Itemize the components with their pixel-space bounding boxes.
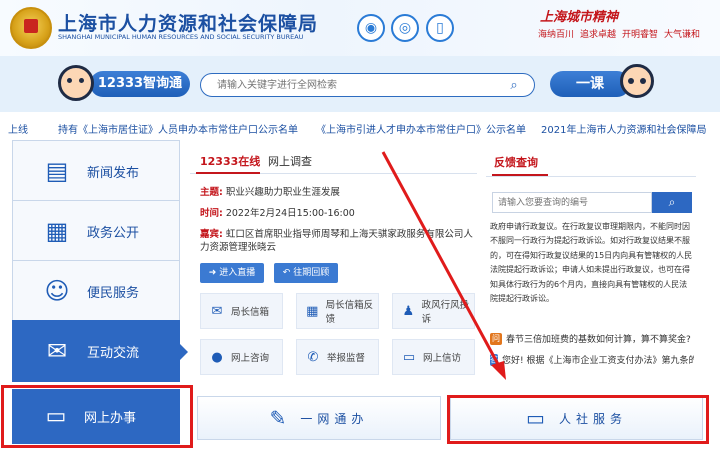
- people-icon: ☺: [44, 277, 70, 305]
- qa-answer[interactable]: 答 您好! 根据《上海市企业工资支付办法》第九条的: [490, 353, 694, 366]
- tile-conduct-complaint[interactable]: ♟ 政风行风投诉: [392, 293, 475, 329]
- ticker-item[interactable]: 持有《上海市居住证》人员申办本市常住户口公示名单: [58, 121, 298, 136]
- weibo-icon[interactable]: ◉: [357, 14, 385, 42]
- feedback-description: 政府申请行政复议。在行政复议审理期限内，不能同时因不服同一行政行为提起行政诉讼。…: [490, 222, 693, 304]
- answer-badge: 答: [490, 353, 498, 366]
- qa-question[interactable]: 问 春节三倍加班费的基数如何计算，算不算奖金?: [490, 332, 694, 345]
- assistant-avatar-icon[interactable]: [58, 65, 94, 101]
- tile-label: 局长信箱: [231, 307, 270, 318]
- site-subtitle: SHANGHAI MUNICIPAL HUMAN RESOURCES AND S…: [58, 33, 304, 41]
- tile-label: 举报监督: [327, 353, 366, 364]
- newspaper-icon: ▤: [45, 157, 69, 185]
- banner-one-net-service[interactable]: ✎ 一网通办: [197, 396, 441, 440]
- guest-row: 嘉宾: 虹口区首席职业指导师周琴和上海天骐家政服务有限公司人力资源管理张晓云: [200, 228, 475, 254]
- banner-label: 一网通办: [300, 411, 369, 426]
- tab-underline: [196, 172, 260, 174]
- document-icon: ▦: [45, 217, 69, 245]
- screen-icon: ▭: [402, 349, 416, 365]
- past-issues-button[interactable]: ↶ 往期回顾: [274, 263, 338, 283]
- question-badge: 问: [490, 332, 502, 345]
- site-title[interactable]: 上海市人力资源和社会保障局: [58, 9, 318, 36]
- yike-avatar-icon[interactable]: [620, 64, 654, 98]
- ticker-item[interactable]: 《上海市引进人才申办本市常住户口》公示名单: [316, 121, 526, 136]
- slogan: 开明睿智: [622, 30, 659, 40]
- ticker-item[interactable]: 2021年上海市人力资源和社会保障局: [541, 121, 706, 136]
- time-row: 时间: 2022年2月24日15:00-16:00: [200, 207, 355, 220]
- tile-label: 网上信访: [423, 353, 462, 364]
- tile-report-supervision[interactable]: ✆ 举报监督: [296, 339, 379, 375]
- panel-tabs: 12333在线 网上调查: [190, 148, 477, 174]
- city-spirit-title: 上海城市精神: [540, 10, 619, 25]
- feedback-panel: 反馈查询 ⌕ 政府申请行政复议。在行政复议审理期限内，不能同时因不服同一行政行为…: [486, 148, 696, 380]
- slogan-list: 海纳百川 追求卓越 开明睿智 大气谦和: [538, 27, 700, 40]
- guest-key: 嘉宾:: [200, 229, 223, 240]
- tile-mailbox-feedback[interactable]: ▦ 局长信箱反馈: [296, 293, 379, 329]
- tab-underline: [492, 174, 548, 176]
- person-icon: ♟: [402, 303, 415, 319]
- slogan: 海纳百川: [538, 30, 575, 40]
- search-input[interactable]: [200, 73, 535, 97]
- divider: [486, 176, 696, 177]
- chat-icon: ✉: [46, 337, 68, 365]
- chat-bubble-icon: ●: [211, 349, 223, 365]
- page: 上海市人力资源和社会保障局 SHANGHAI MUNICIPAL HUMAN R…: [0, 0, 720, 453]
- guest-value: 虹口区首席职业指导师周琴和上海天骐家政服务有限公司人力资源管理张晓云: [200, 229, 473, 253]
- enter-live-label: 进入直播: [219, 268, 256, 278]
- tile-director-mailbox[interactable]: ✉ 局长信箱: [200, 293, 283, 329]
- phone-icon: ✆: [307, 349, 319, 365]
- topic-key: 主题:: [200, 187, 223, 198]
- tile-label: 局长信箱反馈: [325, 300, 374, 325]
- header: 上海市人力资源和社会保障局 SHANGHAI MUNICIPAL HUMAN R…: [0, 0, 720, 56]
- time-key: 时间:: [200, 208, 223, 219]
- nav-item-news[interactable]: ▤ 新闻发布: [12, 140, 180, 202]
- qa-text: 春节三倍加班费的基数如何计算，算不算奖金?: [506, 335, 691, 345]
- time-value: 2022年2月24日15:00-16:00: [225, 208, 355, 219]
- wechat-icon[interactable]: ◎: [391, 14, 419, 42]
- national-emblem-icon: [10, 7, 52, 49]
- search-icon[interactable]: ⌕: [499, 76, 529, 94]
- highlight-box: [447, 395, 709, 444]
- slogan: 大气谦和: [664, 30, 701, 40]
- nav-item-label: 政务公开: [87, 225, 140, 241]
- grid-icon: ▦: [306, 303, 319, 319]
- tile-label: 政风行风投诉: [421, 300, 470, 325]
- past-issues-label: 往期回顾: [293, 268, 330, 278]
- nav-item-label: 便民服务: [87, 285, 140, 301]
- nav-item-label: 新闻发布: [87, 165, 140, 181]
- nav-item-services[interactable]: ☺ 便民服务: [12, 260, 180, 322]
- active-indicator: [180, 344, 188, 360]
- assistant-button[interactable]: 12333智询通: [90, 71, 190, 97]
- nav-item-label: 互动交流: [87, 345, 140, 361]
- tab-online-survey[interactable]: 网上调查: [268, 153, 312, 169]
- search-icon[interactable]: ⌕: [652, 192, 692, 213]
- enter-live-button[interactable]: ➜ 进入直播: [200, 263, 264, 283]
- qa-text: 您好! 根据《上海市企业工资支付办法》第九条的: [502, 356, 694, 366]
- tile-label: 网上咨询: [231, 353, 270, 364]
- tab-12333-online[interactable]: 12333在线: [200, 153, 260, 169]
- ticker-item[interactable]: 上线: [8, 121, 28, 136]
- topic-row: 主题: 职业兴趣助力职业生涯发展: [200, 186, 340, 199]
- feedback-title[interactable]: 反馈查询: [494, 154, 538, 170]
- nav-item-interaction[interactable]: ✉ 互动交流: [12, 320, 180, 382]
- mail-icon: ✉: [211, 303, 223, 319]
- tile-online-petition[interactable]: ▭ 网上信访: [392, 339, 475, 375]
- news-ticker: 上线 持有《上海市居住证》人员申办本市常住户口公示名单 《上海市引进人才申办本市…: [0, 117, 720, 139]
- mobile-icon[interactable]: ▯: [426, 14, 454, 42]
- yike-button[interactable]: 一课: [550, 71, 630, 97]
- tile-online-consult[interactable]: ● 网上咨询: [200, 339, 283, 375]
- nav-item-gov-info[interactable]: ▦ 政务公开: [12, 200, 180, 262]
- slogan: 追求卓越: [580, 30, 617, 40]
- feedback-number-input[interactable]: [492, 192, 652, 213]
- highlight-box: [1, 385, 193, 448]
- edit-icon: ✎: [269, 406, 287, 430]
- topic-value: 职业兴趣助力职业生涯发展: [225, 187, 340, 198]
